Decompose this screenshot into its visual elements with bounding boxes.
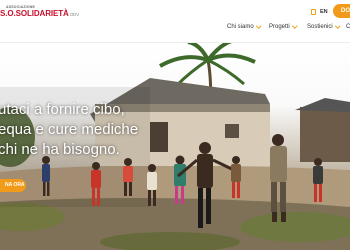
nav-item-chi-siamo[interactable]: Chi siamo bbox=[227, 22, 261, 30]
chevron-down-icon bbox=[334, 22, 340, 28]
logo-suffix: ODV bbox=[69, 12, 80, 17]
chevron-down-icon bbox=[291, 22, 297, 28]
nav-item-more[interactable]: C bbox=[346, 24, 350, 30]
hero-title: utaci a fornire cibo, equa e cure medich… bbox=[0, 100, 138, 160]
donate-button[interactable]: DO bbox=[333, 4, 350, 18]
nav-item-label: Chi siamo bbox=[227, 24, 254, 30]
logo-name: S.O.SOLIDARIETÀODV bbox=[0, 9, 79, 18]
nav-item-sostienici[interactable]: Sostienici bbox=[307, 22, 340, 30]
hero-banner: utaci a fornire cibo, equa e cure medich… bbox=[0, 42, 350, 250]
nav-item-progetti[interactable]: Progetti bbox=[269, 22, 297, 30]
nav-item-label: Sostienici bbox=[307, 24, 333, 30]
site-header: ASSOCIAZIONE S.O.SOLIDARIETÀODV EN DO Ch… bbox=[0, 0, 350, 43]
logo-name-text: S.O.SOLIDARIETÀ bbox=[0, 9, 69, 18]
language-icon[interactable] bbox=[311, 9, 316, 15]
hero-title-line: chi ne ha bisogno. bbox=[0, 141, 120, 158]
language-switch[interactable]: EN bbox=[320, 9, 328, 15]
nav-item-label: Progetti bbox=[269, 24, 290, 30]
hero-title-line: utaci a fornire cibo, bbox=[0, 101, 125, 118]
donate-now-button[interactable]: NA ORA bbox=[0, 179, 26, 192]
hero-title-line: equa e cure mediche bbox=[0, 121, 139, 138]
chevron-down-icon bbox=[255, 22, 261, 28]
nav-item-label: C bbox=[346, 24, 350, 30]
